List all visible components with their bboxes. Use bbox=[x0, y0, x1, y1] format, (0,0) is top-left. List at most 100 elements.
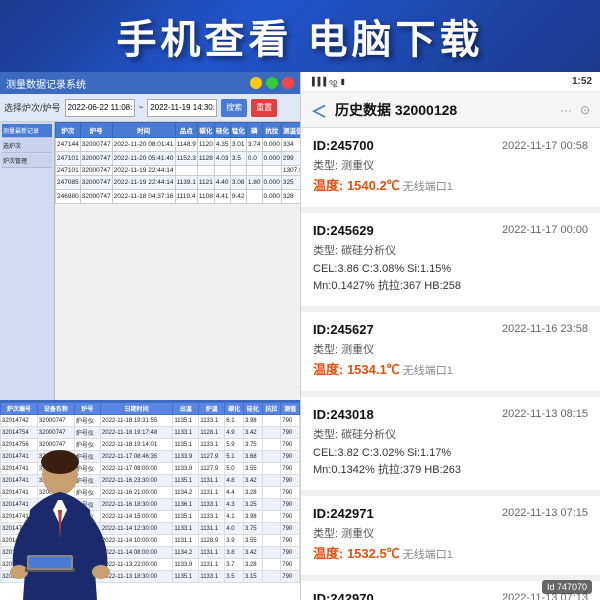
table-cell: 0.0 bbox=[246, 152, 262, 166]
table-cell: 32000747 bbox=[80, 166, 112, 176]
table-cell: 247101 bbox=[56, 166, 81, 176]
table-cell: 3.08 bbox=[230, 176, 246, 190]
col-lunci: 炉次 bbox=[56, 123, 81, 138]
table-cell: 790 bbox=[281, 415, 300, 427]
record-id: ID:245700 bbox=[313, 138, 374, 153]
table-cell: 2022-11-18 19:17:48 bbox=[100, 427, 172, 439]
table-cell: 3.28 bbox=[243, 559, 262, 571]
table-cell: 1.80 bbox=[246, 176, 262, 190]
sidebar-item-1[interactable]: 选炉次 bbox=[2, 139, 52, 153]
table-cell bbox=[262, 463, 281, 475]
minimize-btn[interactable] bbox=[250, 77, 262, 89]
table-cell: 1133.1 bbox=[199, 499, 225, 511]
table-cell: 1135.1 bbox=[173, 511, 199, 523]
toolbar-label: 选择炉次/炉号 bbox=[4, 101, 61, 114]
col-p: 磷 bbox=[246, 123, 262, 138]
table-cell: 1127.9 bbox=[199, 451, 225, 463]
bth-tensile: 抗拉 bbox=[262, 403, 281, 415]
table-cell: 32000747 bbox=[80, 138, 112, 152]
table-cell: 4.4 bbox=[225, 487, 244, 499]
table-cell: 4.9 bbox=[225, 427, 244, 439]
table-cell: 炉号仪 bbox=[74, 427, 100, 439]
nav-action-menu[interactable]: ··· bbox=[560, 103, 572, 117]
table-row: 247144320007472022-11-20 08:01:411148.91… bbox=[56, 138, 301, 152]
left-panel: 测量数据记录系统 选择炉次/炉号 ~ 搜索 重置 测量最新记录 选炉次 bbox=[0, 72, 300, 600]
type-label: 类型: 碳硅分析仪 bbox=[313, 242, 396, 258]
nav-action-settings[interactable]: ⊙ bbox=[580, 103, 590, 117]
table-cell: 1135.1 bbox=[173, 415, 199, 427]
mobile-content[interactable]: ID:2457002022-11-17 00:58类型: 测重仪温度: 1540… bbox=[301, 128, 600, 600]
pc-window: 测量数据记录系统 选择炉次/炉号 ~ 搜索 重置 测量最新记录 选炉次 bbox=[0, 72, 300, 600]
date-end-input[interactable] bbox=[147, 99, 217, 117]
table-cell: 1139.1 bbox=[175, 176, 197, 190]
table-cell bbox=[246, 190, 262, 204]
table-cell bbox=[262, 415, 281, 427]
table-cell: 790 bbox=[281, 571, 300, 583]
table-cell: 790 bbox=[281, 451, 300, 463]
record-analysis-row1: CEL:3.82 C:3.02% Si:1.17% bbox=[313, 445, 588, 463]
table-cell: 790 bbox=[281, 559, 300, 571]
table-cell: 2022-11-19 22:44:14 bbox=[112, 166, 175, 176]
table-cell: 1135.1 bbox=[173, 439, 199, 451]
reset-button[interactable]: 重置 bbox=[251, 99, 277, 117]
table-cell: 2022-11-18 19:31:55 bbox=[100, 415, 172, 427]
record-value-row: 温度: 1532.5℃ 无线端口1 bbox=[313, 544, 588, 565]
table-cell: 1128.1 bbox=[199, 427, 225, 439]
bth-lunci: 炉次编号 bbox=[1, 403, 38, 415]
record-type-row: 类型: 测重仪 bbox=[313, 157, 588, 173]
type-label: 类型: 测重仪 bbox=[313, 341, 374, 357]
table-cell bbox=[230, 166, 246, 176]
table-cell bbox=[262, 523, 281, 535]
sidebar-item-2[interactable]: 炉次管理 bbox=[2, 154, 52, 168]
mobile-time: 1:52 bbox=[572, 76, 592, 87]
table-cell: 247101 bbox=[56, 152, 81, 166]
table-cell: 3.15 bbox=[243, 571, 262, 583]
maximize-btn[interactable] bbox=[266, 77, 278, 89]
table-cell: 790 bbox=[281, 475, 300, 487]
search-button[interactable]: 搜索 bbox=[221, 99, 247, 117]
table-cell: 790 bbox=[281, 511, 300, 523]
table-cell: 1128 bbox=[197, 152, 214, 166]
table-cell: 32000747 bbox=[37, 427, 74, 439]
close-btn[interactable] bbox=[282, 77, 294, 89]
table-cell: 2022-11-20 08:01:41 bbox=[112, 138, 175, 152]
table-cell bbox=[262, 439, 281, 451]
sidebar-item-0[interactable]: 测量最新记录 bbox=[2, 124, 52, 138]
date-start-input[interactable] bbox=[65, 99, 135, 117]
table-cell: 3.01 bbox=[230, 138, 246, 152]
table-cell: 1128.9 bbox=[199, 535, 225, 547]
record-card[interactable]: ID:2430182022-11-13 08:15类型: 碳硅分析仪CEL:3.… bbox=[301, 397, 600, 496]
record-card[interactable]: ID:2429712022-11-13 07:15类型: 测重仪温度: 1532… bbox=[301, 496, 600, 581]
table-cell: 3.5 bbox=[230, 152, 246, 166]
record-id: ID:242970 bbox=[313, 591, 374, 600]
col-tensile: 抗拉 bbox=[262, 123, 281, 138]
table-cell: 1133.1 bbox=[173, 523, 199, 535]
table-cell: 1131.1 bbox=[173, 535, 199, 547]
col-mn: 锰化 bbox=[230, 123, 246, 138]
table-cell: 5.1 bbox=[225, 451, 244, 463]
table-cell: 3.28 bbox=[243, 487, 262, 499]
table-row: 246980320007472022-11-18 04:37:161119.41… bbox=[56, 190, 301, 204]
table-row: 247085320007472022-11-19 22:44:141139.11… bbox=[56, 176, 301, 190]
table-cell: 2022-11-18 04:37:16 bbox=[112, 190, 175, 204]
record-type-row: 类型: 测重仪 bbox=[313, 341, 588, 357]
table-cell: 4.40 bbox=[214, 176, 230, 190]
table-cell: 1133.1 bbox=[199, 511, 225, 523]
table-cell: 790 bbox=[281, 427, 300, 439]
type-label: 类型: 测重仪 bbox=[313, 157, 374, 173]
status-icons: ▐▐▐ ꩙ ▮ bbox=[309, 76, 345, 88]
table-cell bbox=[262, 499, 281, 511]
record-card[interactable]: ID:2456292022-11-17 00:00类型: 碳硅分析仪CEL:3.… bbox=[301, 213, 600, 312]
table-cell: 1307.5 bbox=[281, 166, 300, 176]
table-cell: 炉号仪 bbox=[74, 415, 100, 427]
record-value-row: 温度: 1540.2℃ 无线端口1 bbox=[313, 176, 588, 197]
record-card[interactable]: ID:2456272022-11-16 23:58类型: 测重仪温度: 1534… bbox=[301, 312, 600, 397]
table-cell: 3.68 bbox=[243, 451, 262, 463]
record-type-row: 类型: 碳硅分析仪 bbox=[313, 242, 588, 258]
table-cell: 3.74 bbox=[246, 138, 262, 152]
back-button[interactable]: ＜ bbox=[311, 98, 327, 122]
table-cell: 3.98 bbox=[243, 511, 262, 523]
table-cell bbox=[246, 166, 262, 176]
table-cell: 1133.9 bbox=[173, 463, 199, 475]
record-card[interactable]: ID:2457002022-11-17 00:58类型: 测重仪温度: 1540… bbox=[301, 128, 600, 213]
